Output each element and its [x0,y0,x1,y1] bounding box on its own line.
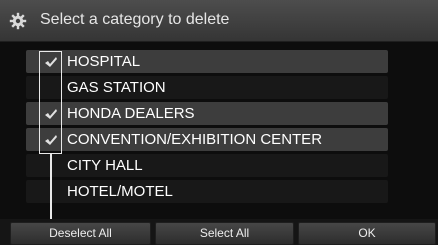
ok-button[interactable]: OK [298,222,436,245]
list-item-gas-station[interactable]: GAS STATION [26,76,388,99]
list-item-label: CONVENTION/EXHIBITION CENTER [67,131,323,148]
screen: Select a category to delete HOSPITAL GAS… [0,0,438,245]
select-all-button[interactable]: Select All [155,222,294,245]
checkmark-callout-box [39,51,62,154]
list-item-label: HONDA DEALERS [67,105,195,122]
scrollbar[interactable] [404,50,412,204]
list-item-label: GAS STATION [67,79,166,96]
list-item-label: HOTEL/MOTEL [67,183,173,200]
list-item-convention-center[interactable]: CONVENTION/EXHIBITION CENTER [26,128,388,151]
page-title: Select a category to delete [40,11,230,28]
deselect-all-button[interactable]: Deselect All [10,222,151,245]
list-item-city-hall[interactable]: CITY HALL [26,154,388,177]
list-item-hospital[interactable]: HOSPITAL [26,50,388,73]
category-list: HOSPITAL GAS STATION HONDA DEALERS CONVE… [26,50,388,206]
header-bar: Select a category to delete [0,0,438,42]
list-item-label: CITY HALL [67,157,143,174]
list-item-honda-dealers[interactable]: HONDA DEALERS [26,102,388,125]
list-item-hotel-motel[interactable]: HOTEL/MOTEL [26,180,388,203]
list-item-label: HOSPITAL [67,53,141,70]
gear-icon [9,12,27,30]
